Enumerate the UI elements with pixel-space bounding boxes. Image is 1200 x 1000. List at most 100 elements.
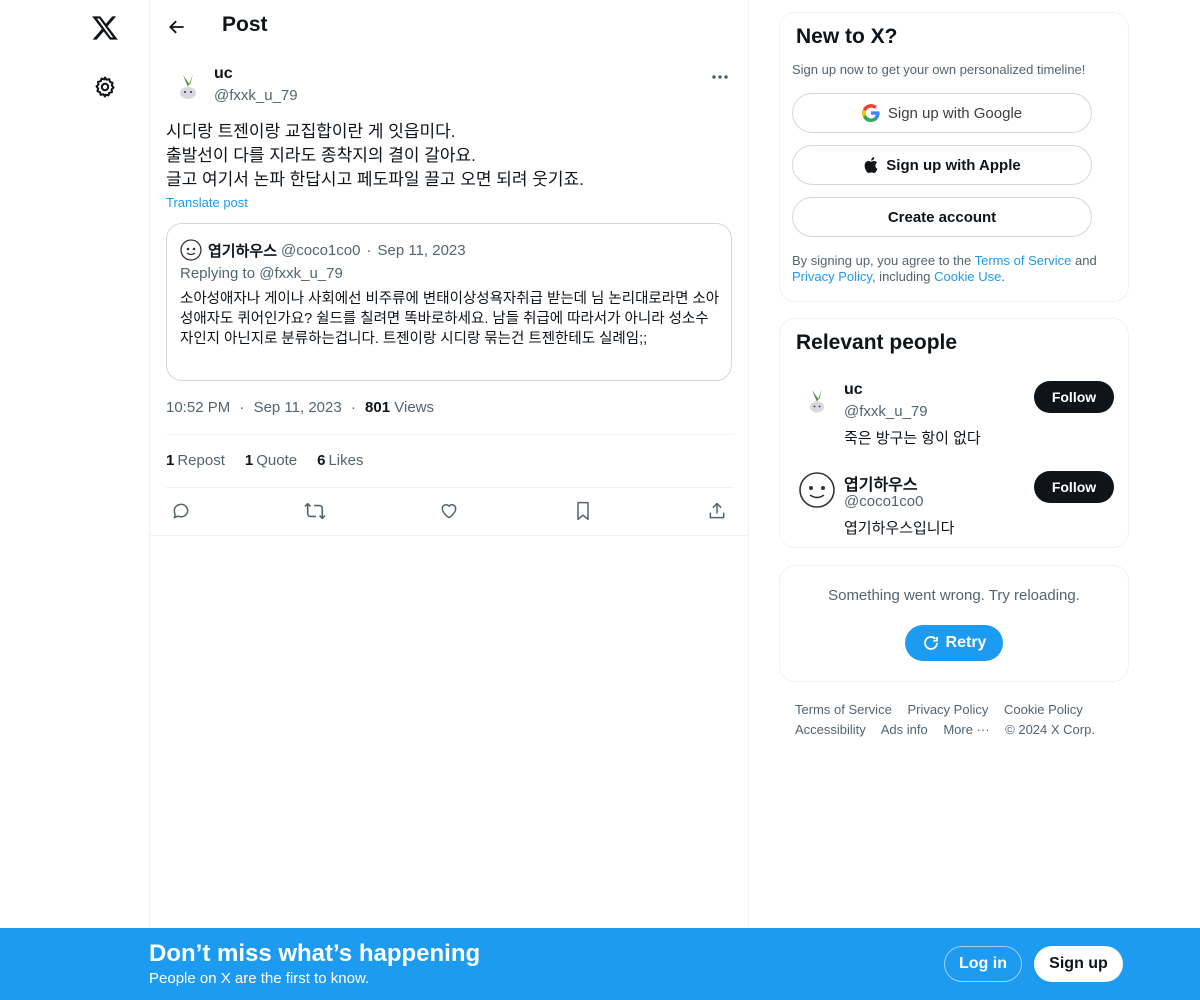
- footer-link-cookie[interactable]: Cookie Policy: [1004, 702, 1083, 717]
- signup-subtitle: Sign up now to get your own personalized…: [792, 62, 1086, 77]
- apple-icon: [863, 156, 878, 174]
- copyright: © 2024 X Corp.: [1005, 722, 1095, 737]
- apple-signup-label: Sign up with Apple: [886, 156, 1021, 174]
- privacy-link[interactable]: Privacy Policy: [792, 269, 872, 284]
- retry-button[interactable]: Retry: [905, 625, 1003, 661]
- terms-link[interactable]: Terms of Service: [975, 253, 1072, 268]
- translate-post-link[interactable]: Translate post: [166, 195, 248, 210]
- relevant-people-card: Relevant people uc @fxxk_u_79 죽은 방구는 항이 …: [779, 318, 1129, 548]
- legal-text: By signing up, you agree to the: [792, 253, 975, 268]
- signup-banner: Don’t miss what’s happening People on X …: [0, 928, 1200, 1000]
- author-avatar[interactable]: [168, 65, 208, 105]
- person-avatar[interactable]: [798, 381, 836, 419]
- likes-count: 6: [317, 452, 326, 469]
- separator-dot: ·: [239, 399, 245, 416]
- person-name[interactable]: 엽기하우스: [844, 471, 918, 495]
- retry-label: Retry: [945, 634, 987, 651]
- relevant-people-title: Relevant people: [796, 331, 958, 354]
- divider: [166, 434, 734, 435]
- post-date[interactable]: Sep 11, 2023: [254, 399, 342, 416]
- error-card: Something went wrong. Try reloading. Ret…: [779, 565, 1129, 682]
- post-text: 시디랑 트젠이랑 교집합이란 게 잇읍미다. 출발선이 다를 지라도 종착지의 …: [166, 120, 734, 192]
- google-signup-label: Sign up with Google: [887, 104, 1023, 122]
- google-signup-button[interactable]: Sign up with Google: [792, 93, 1092, 133]
- repost-icon[interactable]: [300, 496, 330, 526]
- legal-text: , including: [871, 269, 935, 284]
- quotes-count: 1: [244, 452, 254, 469]
- person-item[interactable]: uc @fxxk_u_79 죽은 방구는 항이 없다 Follow: [796, 381, 1114, 451]
- page-title: Post: [222, 13, 268, 36]
- follow-button[interactable]: Follow: [1034, 471, 1114, 503]
- x-logo-icon[interactable]: [89, 10, 121, 46]
- bookmark-icon[interactable]: [568, 496, 598, 526]
- post-text-line: 출발선이 다를 지라도 종착지의 결이 갈아요.: [166, 146, 476, 165]
- banner-title: Don’t miss what’s happening: [149, 940, 481, 967]
- replying-to: Replying to @fxxk_u_79: [180, 265, 343, 282]
- person-item[interactable]: 엽기하우스 @coco1co0 엽기하우스입니다 Follow: [796, 471, 1114, 541]
- follow-button[interactable]: Follow: [1034, 381, 1114, 413]
- divider: [166, 487, 734, 488]
- post-text-line: 글고 여기서 논파 한답시고 페도파일 끌고 오면 되려 웃기죠.: [166, 170, 584, 189]
- footer-links: Terms of Service Privacy Policy Cookie P…: [795, 700, 1125, 740]
- reposts-count: 1: [166, 452, 175, 469]
- person-handle[interactable]: @coco1co0: [844, 493, 923, 510]
- legal-text: and: [1071, 253, 1097, 268]
- google-icon: [861, 104, 880, 122]
- post-timestamp: 10:52 PM · Sep 11, 2023 · 801 Views: [166, 399, 434, 416]
- person-name[interactable]: uc: [844, 381, 863, 399]
- separator-dot: ·: [350, 399, 356, 416]
- footer-link-ads-info[interactable]: Ads info: [881, 722, 928, 737]
- refresh-icon: [923, 636, 938, 650]
- login-button[interactable]: Log in: [944, 946, 1022, 982]
- signup-card: New to X? Sign up now to get your own pe…: [779, 12, 1129, 302]
- likes-stat[interactable]: 6 Likes: [317, 452, 363, 469]
- quoted-post-header: 엽기하우스 @coco1co0 · Sep 11, 2023: [180, 239, 466, 261]
- quotes-label: Quote: [256, 452, 298, 469]
- post-actions: [166, 496, 734, 526]
- reposts-label: Repost: [177, 452, 225, 469]
- views-count: 801: [365, 399, 391, 416]
- main-column: Post uc @fxxk_u_79 시디랑 트젠이랑 교집합이란 게 잇읍미다…: [149, 0, 749, 1000]
- author-name[interactable]: uc: [214, 65, 233, 83]
- views-label: Views: [394, 399, 434, 416]
- left-nav: [0, 0, 150, 1000]
- author-handle[interactable]: @fxxk_u_79: [214, 87, 298, 104]
- quoted-post[interactable]: 엽기하우스 @coco1co0 · Sep 11, 2023 Replying …: [166, 223, 732, 381]
- banner-subtitle: People on X are the first to know.: [149, 970, 370, 987]
- reply-icon[interactable]: [166, 496, 196, 526]
- person-bio: 엽기하우스입니다: [844, 520, 955, 537]
- footer-link-terms[interactable]: Terms of Service: [795, 702, 892, 717]
- more-options-icon[interactable]: [708, 65, 732, 89]
- person-handle[interactable]: @fxxk_u_79: [844, 403, 928, 420]
- quoted-author-name: 엽기하우스: [208, 242, 278, 260]
- signup-button[interactable]: Sign up: [1034, 946, 1123, 982]
- quoted-author-handle: @coco1co0: [281, 241, 361, 259]
- cookie-use-link[interactable]: Cookie Use: [934, 269, 1001, 284]
- footer-link-accessibility[interactable]: Accessibility: [795, 722, 866, 737]
- reposts-stat[interactable]: 1 Repost: [166, 452, 225, 469]
- back-arrow-icon[interactable]: [164, 14, 190, 40]
- likes-label: Likes: [328, 452, 364, 469]
- create-account-button[interactable]: Create account: [792, 197, 1092, 237]
- error-message: Something went wrong. Try reloading.: [828, 587, 1080, 604]
- share-icon[interactable]: [702, 496, 732, 526]
- signup-legal-text: By signing up, you agree to the Terms of…: [792, 253, 1122, 285]
- footer-link-privacy[interactable]: Privacy Policy: [907, 702, 988, 717]
- quoted-post-text: 소아성애자나 게이나 사회에선 비주류에 변태이상성욕자취급 받는데 님 논리대…: [180, 291, 720, 347]
- post-header: Post: [150, 0, 748, 53]
- author-row: uc @fxxk_u_79: [150, 53, 748, 113]
- engagement-stats: 1 Repost 1 Quote 6 Likes: [166, 452, 363, 469]
- legal-text: .: [1001, 269, 1005, 284]
- quoted-author-avatar: [180, 239, 202, 261]
- footer-link-more[interactable]: More ···: [943, 722, 989, 737]
- person-bio: 죽은 방구는 항이 없다: [844, 430, 981, 447]
- heart-icon[interactable]: [434, 496, 464, 526]
- gear-icon[interactable]: [91, 73, 119, 101]
- post-time[interactable]: 10:52 PM: [166, 399, 230, 416]
- apple-signup-button[interactable]: Sign up with Apple: [792, 145, 1092, 185]
- quoted-post-date: Sep 11, 2023: [377, 241, 466, 259]
- signup-title: New to X?: [796, 25, 898, 48]
- separator-dot: ·: [366, 241, 372, 259]
- person-avatar[interactable]: [798, 471, 836, 509]
- quotes-stat[interactable]: 1 Quote: [245, 452, 297, 469]
